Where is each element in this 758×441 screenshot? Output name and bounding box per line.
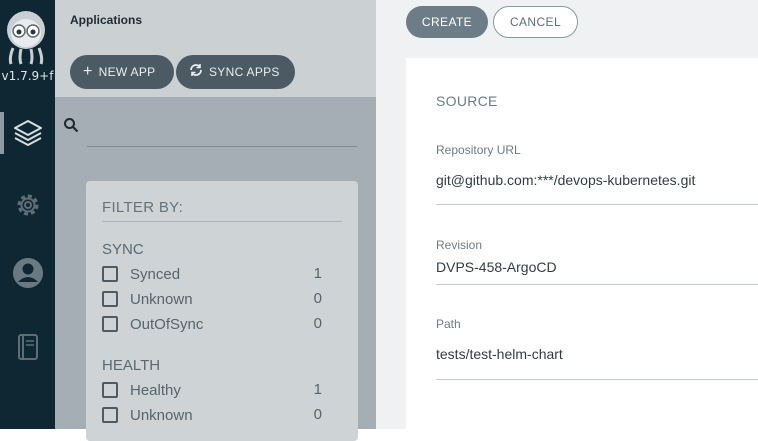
- sync-apps-label: SYNC APPS: [209, 65, 280, 79]
- book-icon: [15, 332, 41, 362]
- nav-item-user[interactable]: [0, 246, 55, 300]
- source-section: SOURCE Repository URL git@github.com:***…: [406, 58, 758, 429]
- filter-count: 0: [313, 406, 322, 423]
- sync-icon: [189, 63, 203, 81]
- search-underline: [87, 146, 357, 147]
- divider: [102, 221, 342, 222]
- create-app-panel: CREATE CANCEL SOURCE Repository URL git@…: [376, 0, 758, 429]
- filter-count: 0: [313, 315, 322, 332]
- filter-label: Healthy: [130, 381, 181, 399]
- user-icon: [12, 257, 44, 289]
- filter-row-unknown[interactable]: Unknown 0: [102, 288, 322, 310]
- filter-row-health-unknown[interactable]: Unknown 0: [102, 404, 322, 426]
- checkbox[interactable]: [102, 291, 118, 307]
- nav-item-applications[interactable]: [0, 106, 55, 160]
- filter-row-synced[interactable]: Synced 1: [102, 263, 322, 285]
- argo-logo[interactable]: [3, 6, 49, 66]
- filter-section-health: HEALTH: [102, 357, 161, 374]
- plus-icon: +: [83, 63, 93, 80]
- filter-section-sync: SYNC: [102, 241, 144, 258]
- filter-label: Unknown: [130, 290, 193, 308]
- filter-count: 1: [313, 265, 322, 282]
- side-nav: v1.7.9+f: [0, 0, 55, 429]
- filter-row-healthy[interactable]: Healthy 1: [102, 379, 322, 401]
- repo-url-underline: [436, 204, 758, 205]
- path-underline: [436, 379, 758, 380]
- new-app-button[interactable]: + NEW APP: [70, 55, 174, 89]
- filter-panel: FILTER BY: SYNC Synced 1 Unknown 0 OutOf…: [86, 181, 358, 441]
- version-label: v1.7.9+f: [1, 69, 54, 83]
- page-title: Applications: [70, 13, 143, 27]
- filter-count: 1: [313, 381, 322, 398]
- filter-label: Unknown: [130, 406, 193, 424]
- source-heading: SOURCE: [436, 93, 498, 109]
- filter-count: 0: [313, 290, 322, 307]
- layers-icon: [12, 117, 44, 149]
- path-field[interactable]: tests/test-helm-chart: [436, 346, 563, 362]
- nav-item-settings[interactable]: [0, 178, 55, 232]
- checkbox[interactable]: [102, 316, 118, 332]
- applications-panel: Applications + NEW APP SYNC APPS FILTER …: [55, 0, 376, 441]
- search-icon: [63, 117, 79, 138]
- revision-field[interactable]: DVPS-458-ArgoCD: [436, 259, 557, 275]
- filter-heading: FILTER BY:: [102, 199, 184, 216]
- repo-url-label: Repository URL: [436, 143, 521, 157]
- search-bar: [55, 97, 376, 157]
- checkbox[interactable]: [102, 266, 118, 282]
- gear-icon: [13, 190, 43, 220]
- nav-item-docs[interactable]: [0, 320, 55, 374]
- applications-toolbar: Applications + NEW APP SYNC APPS: [55, 0, 376, 97]
- path-label: Path: [436, 317, 461, 331]
- filter-label: Synced: [130, 265, 181, 283]
- cancel-button[interactable]: CANCEL: [493, 6, 578, 38]
- filter-label: OutOfSync: [130, 315, 204, 333]
- sync-apps-button[interactable]: SYNC APPS: [176, 55, 295, 89]
- checkbox[interactable]: [102, 407, 118, 423]
- search-input[interactable]: [87, 121, 361, 145]
- revision-underline: [436, 284, 758, 285]
- repo-url-field[interactable]: git@github.com:***/devops-kubernetes.git: [436, 172, 695, 188]
- create-button[interactable]: CREATE: [406, 6, 488, 38]
- revision-label: Revision: [436, 238, 483, 252]
- checkbox[interactable]: [102, 382, 118, 398]
- new-app-label: NEW APP: [98, 65, 156, 79]
- filter-row-outofsync[interactable]: OutOfSync 0: [102, 313, 322, 335]
